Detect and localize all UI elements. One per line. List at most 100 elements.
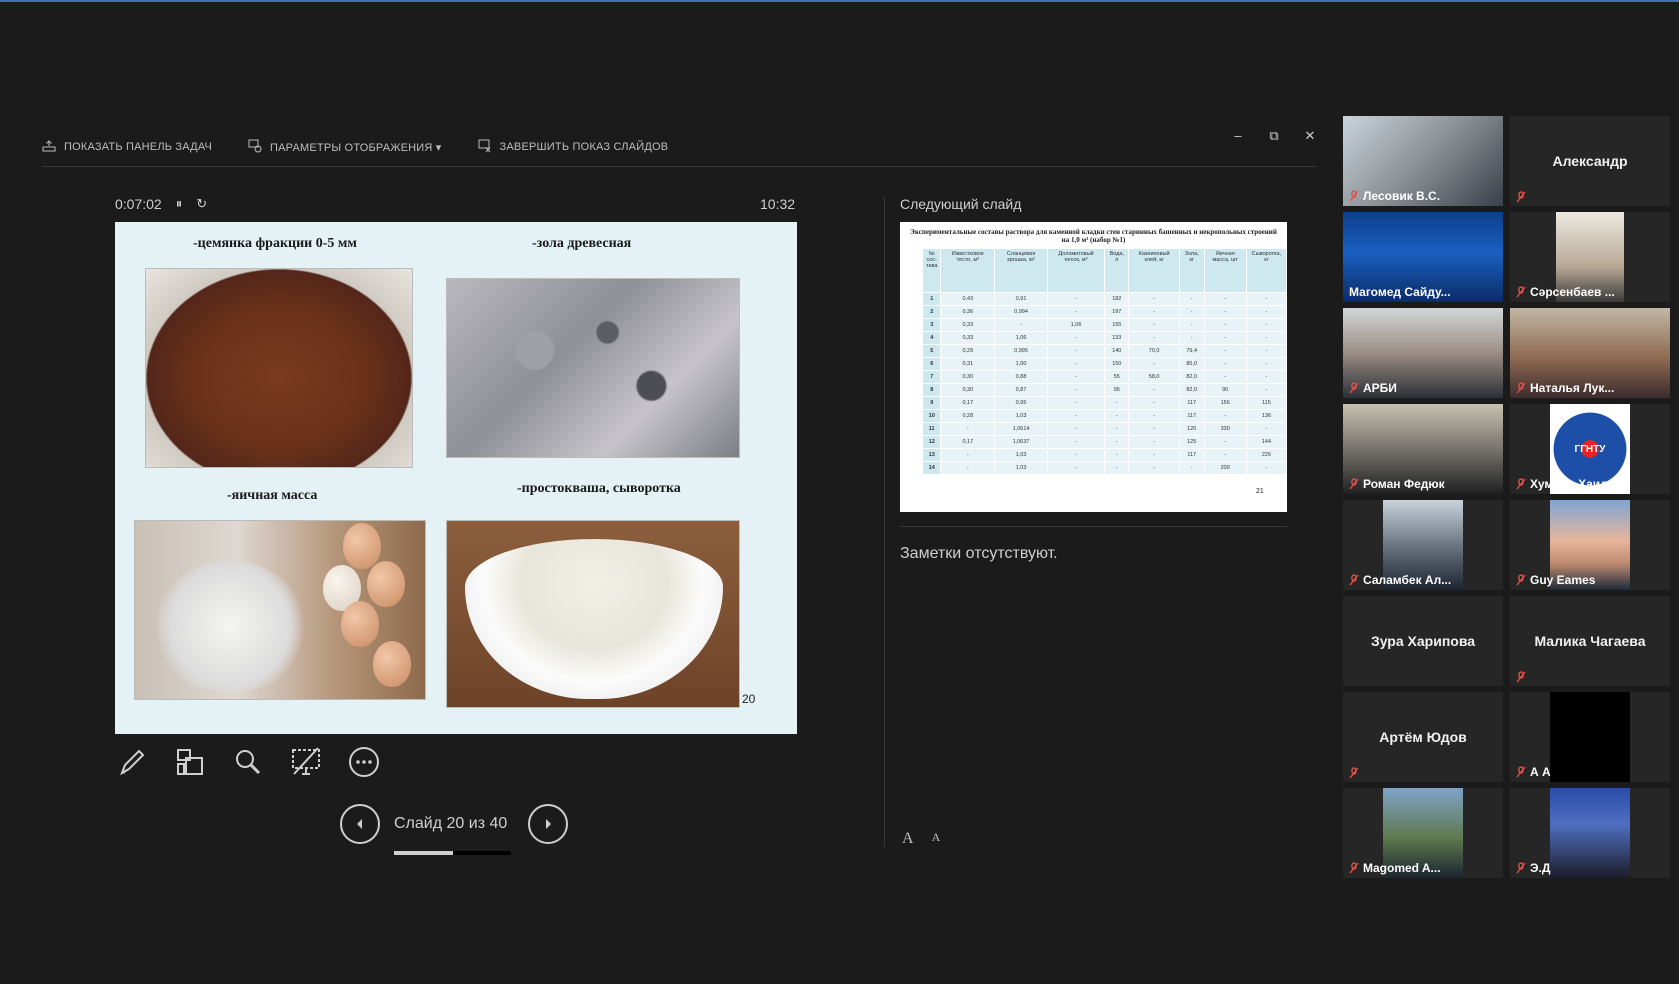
table-row: 8 0,30 0,87-95-82,0 90- [921, 383, 1287, 398]
show-taskbar-button[interactable]: ПОКАЗАТЬ ПАНЕЛЬ ЗАДАЧ [42, 139, 212, 156]
participant-tile[interactable]: Лесовик В.С. [1343, 116, 1503, 206]
participant-name: Саламбек Ал... [1349, 573, 1451, 587]
table-row: 9 0,17 0,95- - -117 156 115 [921, 396, 1287, 411]
participant-tile[interactable]: Зура Харипова [1343, 596, 1503, 686]
table-cell: 0,43 [940, 292, 996, 307]
mic-muted-icon [1349, 766, 1359, 779]
table-header-cell: Известковое тесто, м³ [940, 248, 996, 294]
table-cell: 117 [1178, 448, 1205, 463]
egg [373, 641, 411, 687]
black-screen-icon[interactable] [289, 745, 323, 779]
restore-button[interactable]: ⧉ [1268, 128, 1280, 144]
current-slide[interactable]: -цемянка фракции 0-5 мм -зола древесная … [115, 222, 797, 734]
slide-caption-ash: -зола древесная [532, 236, 632, 251]
speaker-notes[interactable]: Заметки отсутствуют. [900, 545, 1058, 563]
table-cell: 1,03 [994, 409, 1048, 424]
table-cell: - [1128, 305, 1180, 320]
end-show-button[interactable]: ЗАВЕРШИТЬ ПОКАЗ СЛАЙДОВ [478, 139, 669, 156]
table-cell: 7 [921, 370, 942, 385]
table-cell: 0,28 [940, 409, 996, 424]
table-cell: - [1245, 344, 1287, 359]
mic-muted-icon [1516, 766, 1526, 778]
table-row: 3 0,33-1,06 155- - - - [921, 318, 1287, 333]
table-cell: - [1178, 318, 1205, 333]
table-cell: - [1245, 422, 1287, 437]
decrease-font-button[interactable]: A [932, 830, 941, 848]
table-cell: - [1203, 409, 1247, 424]
table-cell: 0,30 [940, 383, 996, 398]
participant-tile[interactable]: Magomed A... [1343, 788, 1503, 878]
table-cell: 11 [921, 422, 942, 437]
more-options-icon[interactable] [347, 745, 381, 779]
table-cell: 133 [1104, 331, 1130, 346]
participant-tile[interactable]: Александр [1510, 116, 1670, 206]
table-cell: 0,36 [940, 305, 996, 320]
table-row: 2 0,36 0,994-197- - - - [921, 305, 1287, 320]
table-cell: - [1046, 331, 1106, 346]
table-cell: 1,06 [1046, 318, 1106, 333]
table-cell: - [1104, 422, 1130, 437]
next-slide-preview[interactable]: Экспериментальные составы раствора для к… [900, 222, 1287, 512]
next-slide-button[interactable] [528, 804, 568, 844]
zoom-icon[interactable] [231, 745, 265, 779]
minimize-button[interactable]: – [1232, 128, 1244, 144]
increase-font-button[interactable]: A [902, 830, 914, 848]
participant-tile[interactable]: Роман Федюк [1343, 404, 1503, 494]
slide-counter-label: Слайд 20 из 40 [394, 815, 508, 832]
participant-name: Хумайд Хаид... [1516, 477, 1618, 491]
slide-tools [115, 745, 381, 779]
egg [367, 561, 405, 607]
participant-tile[interactable]: Guy Eames [1510, 500, 1670, 590]
reset-timer-icon[interactable]: ↻ [196, 196, 207, 212]
participant-tile[interactable]: Малика Чагаева [1510, 596, 1670, 686]
table-cell: - [1046, 357, 1106, 372]
close-button[interactable]: ✕ [1304, 128, 1316, 144]
participant-tile[interactable]: ГГНТУ Хумайд Хаид... [1510, 404, 1670, 494]
table-cell: - [1178, 292, 1205, 307]
table-cell: - [1203, 305, 1247, 320]
table-cell: 9 [921, 396, 942, 411]
participant-tile[interactable]: Наталья Лук... [1510, 308, 1670, 398]
soil-photo [145, 268, 413, 468]
participant-name-label: Роман Федюк [1363, 477, 1445, 491]
table-header-cell: Казеиновый клей, кг [1128, 248, 1180, 294]
pen-icon[interactable] [115, 745, 149, 779]
table-cell: 55 [1104, 370, 1130, 385]
table-cell: - [1104, 448, 1130, 463]
display-settings-button[interactable]: ПАРАМЕТРЫ ОТОБРАЖЕНИЯ ▾ [248, 139, 442, 156]
participant-tile[interactable]: А А [1510, 692, 1670, 782]
table-row: 12 0,17 1,0637- - -125-144 [921, 435, 1287, 450]
participant-tile[interactable]: Э.Д [1510, 788, 1670, 878]
table-cell: 0,87 [994, 383, 1048, 398]
notes-divider [900, 526, 1287, 527]
table-cell: - [1203, 370, 1247, 385]
table-cell: - [1128, 318, 1180, 333]
participant-name-label: Хумайд Хаид... [1530, 477, 1618, 491]
end-show-label: ЗАВЕРШИТЬ ПОКАЗ СЛАЙДОВ [499, 141, 669, 153]
egg-powder [155, 561, 305, 691]
participant-tile[interactable]: Магомед Сайду... [1343, 212, 1503, 302]
table-cell: - [1245, 461, 1287, 476]
table-cell: 125 [1178, 435, 1205, 450]
see-all-slides-icon[interactable] [173, 745, 207, 779]
presenter-toolbar: ПОКАЗАТЬ ПАНЕЛЬ ЗАДАЧ ПАРАМЕТРЫ ОТОБРАЖЕ… [42, 136, 668, 158]
table-cell: - [1245, 370, 1287, 385]
table-cell: 330 [1203, 422, 1247, 437]
table-cell: 0,31 [940, 357, 996, 372]
table-cell: - [1203, 448, 1247, 463]
table-cell: - [1046, 344, 1106, 359]
participant-tile[interactable]: АРБИ [1343, 308, 1503, 398]
table-cell: 140 [1104, 344, 1130, 359]
table-cell: 82,0 [1178, 383, 1205, 398]
participant-tile[interactable]: Артём Юдов [1343, 692, 1503, 782]
table-cell: 136 [1245, 409, 1287, 424]
table-cell: 4 [921, 331, 942, 346]
previous-slide-button[interactable] [340, 804, 380, 844]
table-cell: 117 [1178, 396, 1205, 411]
table-header-cell: Сыворотка, кг [1245, 248, 1287, 294]
pause-timer-icon[interactable]: ⏸ [176, 196, 183, 212]
table-cell: - [1245, 331, 1287, 346]
table-row: 13-1,03- - -117-226 [921, 448, 1287, 463]
participant-tile[interactable]: Саламбек Ал... [1343, 500, 1503, 590]
participant-tile[interactable]: Сәрсенбаев ... [1510, 212, 1670, 302]
